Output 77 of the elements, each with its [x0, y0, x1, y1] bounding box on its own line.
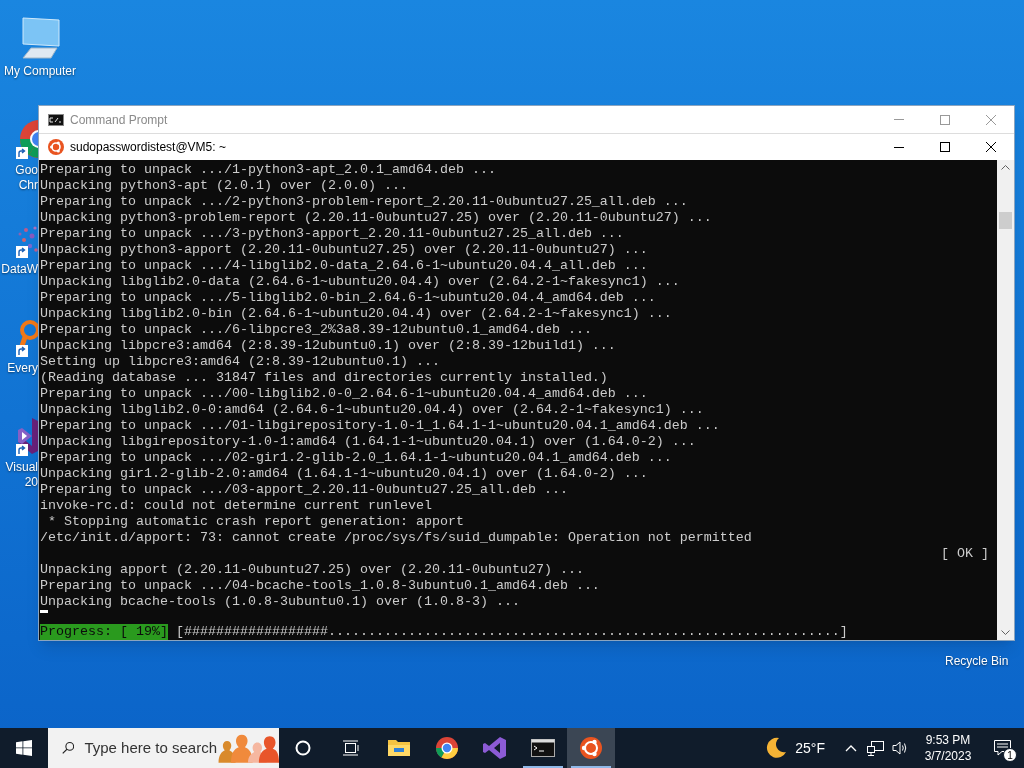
desktop-icon-label[interactable]: Chr	[18, 178, 38, 193]
maximize-icon	[940, 114, 950, 125]
terminal-line: Unpacking libglib2.0-data (2.64.6-1~ubuntu20.04.4) over (2.64.2-1~fakesync1) ...	[39, 274, 681, 290]
terminal-line: Setting up libpcre3:amd64 (2:8.39-12ubuntu0.1) ...	[39, 354, 441, 370]
minimize-icon	[894, 119, 904, 120]
scroll-up-icon[interactable]	[1001, 164, 1010, 170]
search-placeholder: Type here to search	[84, 737, 217, 758]
terminal-line: Preparing to unpack .../2-python3-problem-report_2.20.11-0ubuntu27.25_all.deb ...	[39, 194, 689, 210]
progress-bar-text: [##################................................................................]	[176, 624, 848, 640]
terminal-line: Unpacking bcache-tools (1.0.8-3ubuntu0.1) over (1.0.8-3) ...	[39, 594, 521, 610]
weather-temperature[interactable]: 25°F	[795, 737, 825, 759]
clock[interactable]: 9:53 PM 3/7/2023	[918, 732, 978, 764]
terminal-line: (Reading database ... 31847 files and directories currently installed.)	[39, 370, 609, 386]
speaker-icon[interactable]	[892, 741, 908, 755]
terminal-line: Preparing to unpack .../02-gir1.2-glib-2.0_1.64.1-1~ubuntu20.04.1_amd64.deb ...	[39, 450, 673, 466]
windows-logo-icon	[16, 740, 32, 756]
terminal-line: Unpacking python3-apt (2.0.1) over (2.0.0) ...	[39, 178, 409, 194]
chrome-logo-icon	[435, 736, 459, 760]
close-icon	[986, 142, 996, 152]
desktop-icon-label[interactable]: Every	[7, 361, 38, 376]
shortcut-arrow-icon	[16, 246, 28, 258]
desktop-icon-label[interactable]: 20	[24, 475, 38, 490]
notification-count-badge: 1	[1003, 748, 1017, 762]
moon-icon[interactable]	[765, 737, 788, 759]
progress-label: Progress: [ 19%]	[40, 624, 168, 640]
shortcut-arrow-icon	[16, 147, 28, 159]
scrollbar[interactable]	[997, 160, 1014, 640]
taskbar-app-button[interactable]	[567, 728, 615, 768]
terminal-line: Preparing to unpack .../01-libgirepository-1.0-1_1.64.1-1~ubuntu20.04.1_amd64.deb ...	[39, 418, 721, 434]
terminal-line: Preparing to unpack .../4-libglib2.0-data_2.64.6-1~ubuntu20.04.4_all.deb ...	[39, 258, 649, 274]
network-icon[interactable]	[867, 740, 884, 756]
terminal-line: Unpacking libgirepository-1.0-1:amd64 (1.64.1-1~ubuntu20.04.1) over (1.64.0-2) ...	[39, 434, 697, 450]
chevron-up-icon[interactable]	[845, 744, 857, 752]
search-field[interactable]: Type here to search	[48, 728, 279, 768]
scroll-down-icon[interactable]	[1001, 630, 1010, 636]
terminal-line: Preparing to unpack .../00-libglib2.0-0_2.64.6-1~ubuntu20.04.4_amd64.deb ...	[39, 386, 649, 402]
command-prompt-icon	[48, 113, 64, 126]
window-title: Command Prompt	[70, 111, 168, 129]
terminal-line: Preparing to unpack .../04-bcache-tools_1.0.8-3ubuntu0.1_amd64.deb ...	[39, 578, 601, 594]
visual-studio-logo-icon	[483, 736, 507, 760]
shortcut-arrow-icon	[16, 444, 28, 456]
terminal-line: Unpacking libglib2.0-0:amd64 (2.64.6-1~ubuntu20.04.4) over (2.64.2-1~fakesync1) ...	[39, 402, 705, 418]
maximize-icon	[940, 142, 950, 152]
window-title: sudopasswordistest@VM5: ~	[70, 139, 226, 156]
console-icon	[531, 736, 555, 760]
terminal-line: Unpacking libglib2.0-bin (2.64.6-1~ubuntu20.04.4) over (2.64.2-1~fakesync1) ...	[39, 306, 673, 322]
terminal-line: Preparing to unpack .../03-apport_2.20.11-0ubuntu27.25_all.deb ...	[39, 482, 569, 498]
scrollbar-thumb[interactable]	[999, 212, 1012, 229]
notification-button[interactable]: 1	[988, 728, 1016, 768]
terminal-line: Preparing to unpack .../1-python3-apt_2.0.1_amd64.deb ...	[39, 162, 497, 178]
desktop-icon-label[interactable]: My Computer	[4, 64, 76, 79]
terminal-line: * Stopping automatic crash report generation: apport	[47, 514, 465, 530]
desktop-icon-label[interactable]: DataW	[1, 262, 38, 277]
terminal-line: Unpacking libpcre3:amd64 (2:8.39-12ubuntu0.1) over (2:8.39-12build1) ...	[39, 338, 617, 354]
terminal-line: Unpacking python3-problem-report (2.20.11-0ubuntu27.25) over (2.20.11-0ubuntu27) ...	[39, 210, 713, 226]
search-icon	[62, 740, 75, 756]
task-view-icon	[342, 740, 360, 756]
terminal-line: Preparing to unpack .../6-libpcre3_2%3a8.39-12ubuntu0.1_amd64.deb ...	[39, 322, 593, 338]
clock-time: 9:53 PM	[925, 732, 971, 748]
terminal-line: invoke-rc.d: could not determine current runlevel	[39, 498, 433, 514]
recycle-bin-label[interactable]: Recycle Bin	[945, 652, 1009, 670]
terminal-line: Unpacking apport (2.20.11-0ubuntu27.25) over (2.20.11-0ubuntu27) ...	[39, 562, 585, 578]
desktop-icon-label[interactable]: Visual	[5, 460, 38, 475]
terminal-line: Unpacking python3-apport (2.20.11-0ubuntu27.25) over (2.20.11-0ubuntu27) ...	[39, 242, 649, 258]
clock-date: 3/7/2023	[924, 748, 972, 764]
ubuntu-logo-icon	[579, 736, 603, 760]
ubuntu-logo-icon	[48, 139, 64, 155]
circle-icon	[295, 740, 311, 756]
terminal-line: Preparing to unpack .../3-python3-apport_2.20.11-0ubuntu27.25_all.deb ...	[39, 226, 625, 242]
terminal-line: Preparing to unpack .../5-libglib2.0-bin_2.64.6-1~ubuntu20.04.4_amd64.deb ...	[39, 290, 657, 306]
terminal-line: /etc/init.d/apport: 73: cannot create /proc/sys/fs/suid_dumpable: Operation not permitted	[39, 530, 753, 546]
status-ok-text: [ OK ]	[941, 546, 990, 562]
close-icon	[986, 114, 996, 125]
desktop-icon-label[interactable]: Goo	[15, 163, 38, 178]
shortcut-arrow-icon	[16, 345, 28, 357]
terminal-line: Unpacking gir1.2-glib-2.0:amd64 (1.64.1-1~ubuntu20.04.1) over (1.64.0-2) ...	[39, 466, 649, 482]
minimize-icon	[894, 146, 904, 148]
